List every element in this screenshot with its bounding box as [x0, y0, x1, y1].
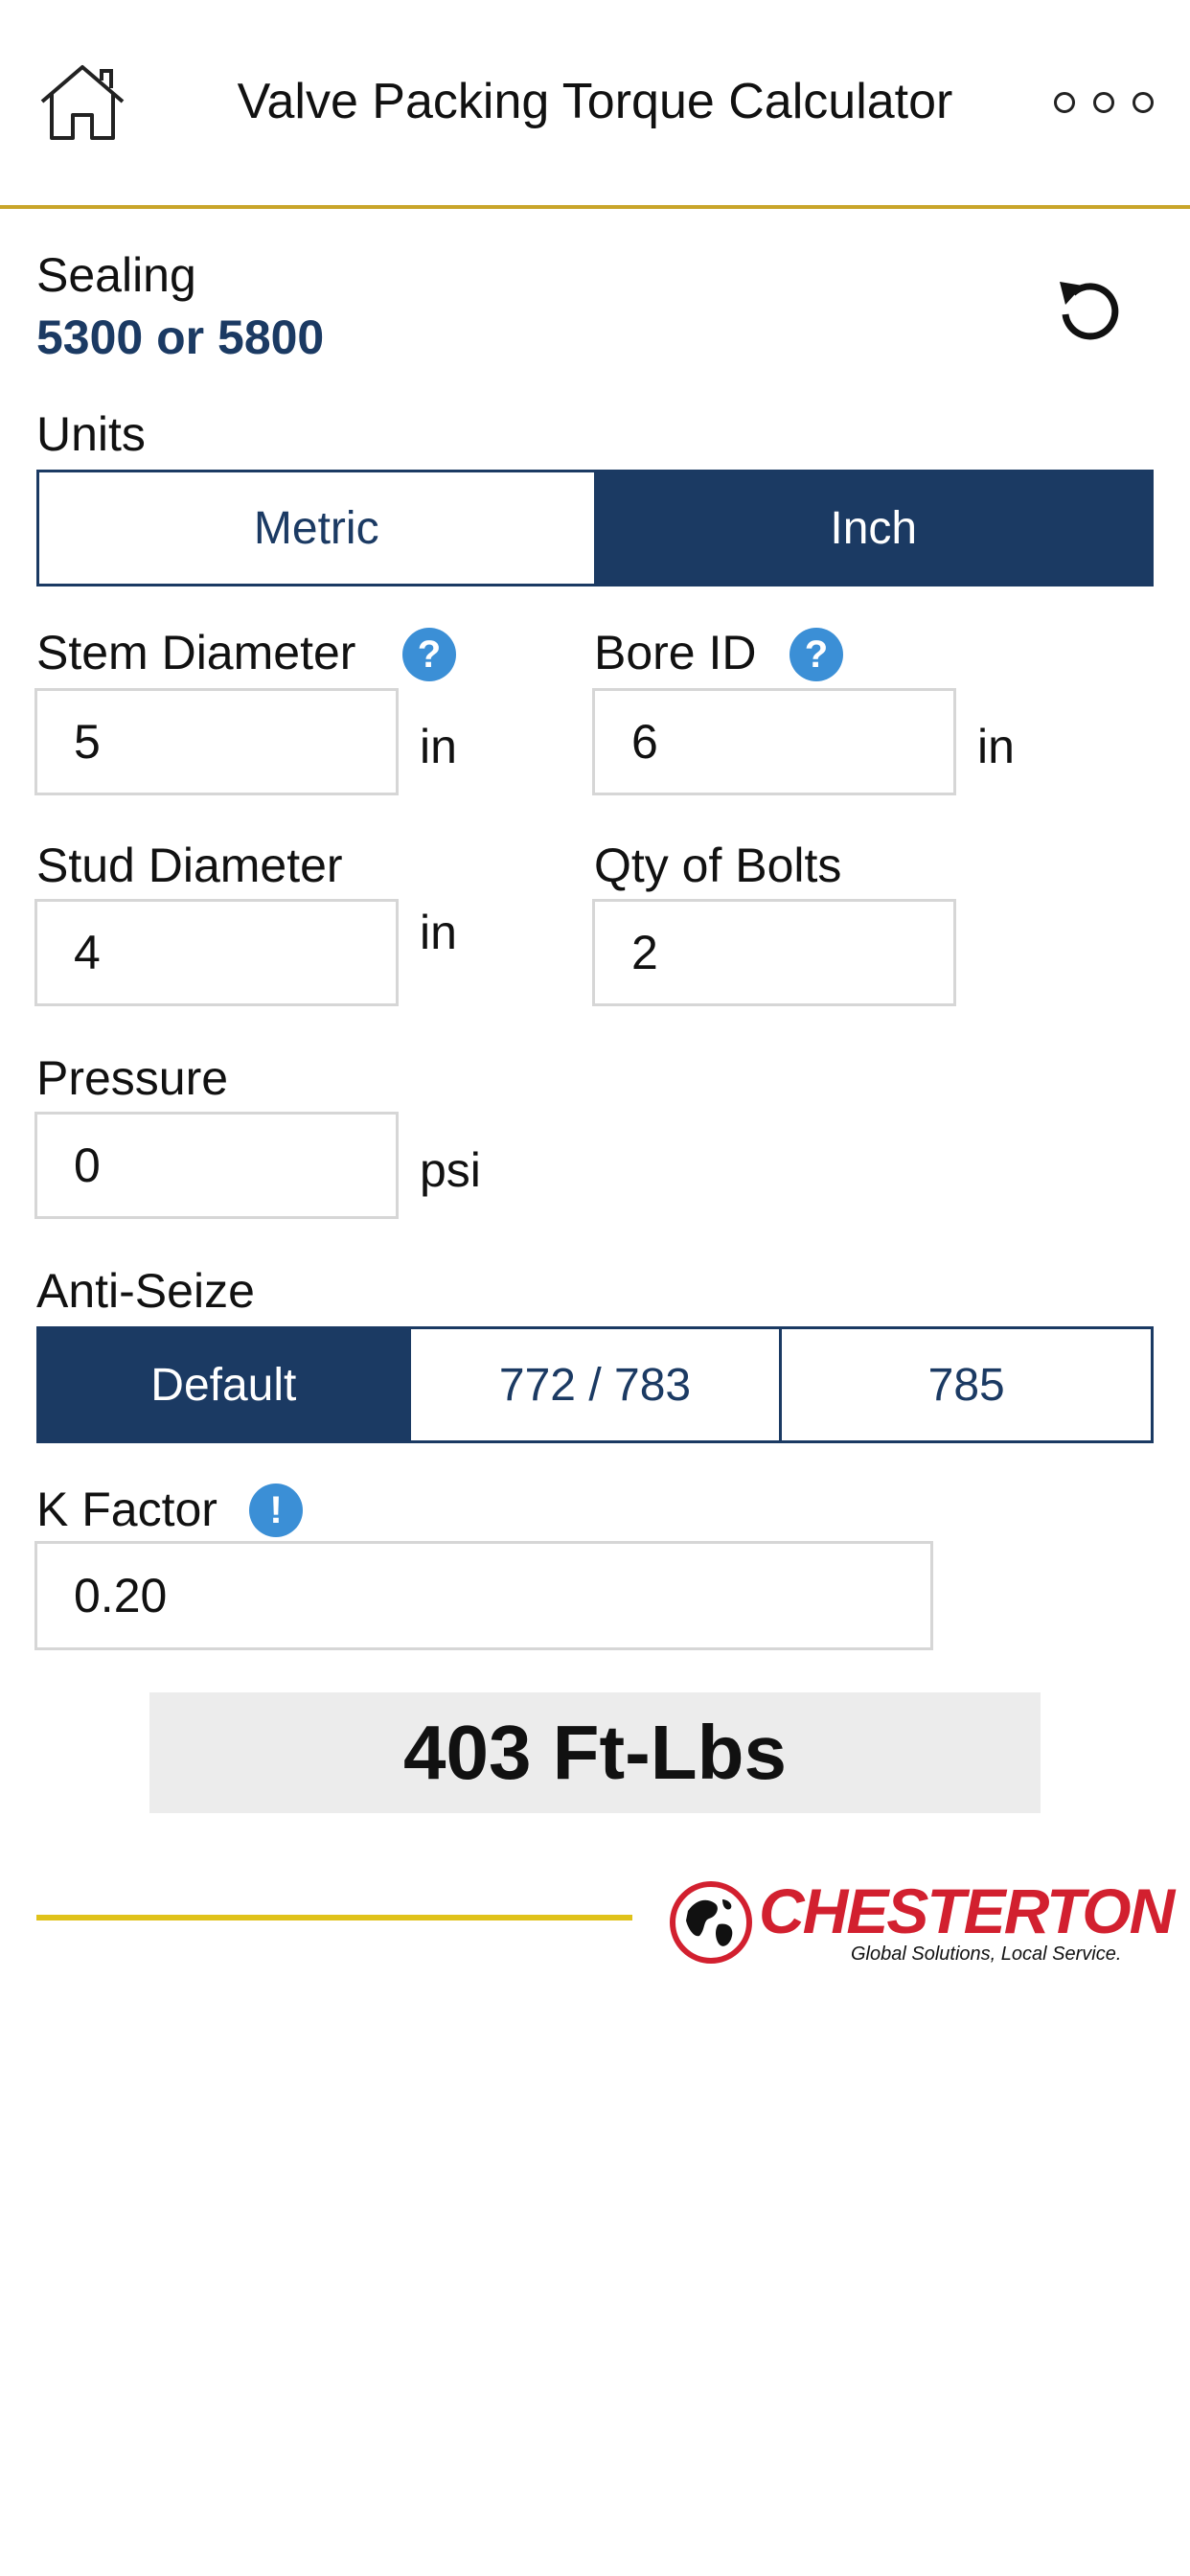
bore-id-unit: in	[977, 720, 1015, 773]
stem-diameter-label: Stem Diameter	[36, 626, 356, 679]
anti-seize-label: Anti-Seize	[36, 1264, 255, 1318]
k-factor-info-icon[interactable]: !	[249, 1484, 303, 1537]
k-factor-label: K Factor	[36, 1483, 217, 1536]
torque-result: 403 Ft-Lbs	[149, 1692, 1041, 1813]
pressure-unit: psi	[420, 1143, 481, 1197]
bore-id-label: Bore ID	[594, 626, 757, 679]
more-options-icon[interactable]	[1054, 88, 1154, 117]
anti-seize-option-default[interactable]: Default	[39, 1329, 408, 1440]
stem-diameter-help-icon[interactable]: ?	[402, 628, 456, 681]
stud-diameter-unit: in	[420, 906, 457, 959]
sealing-label: Sealing	[36, 248, 196, 302]
stem-diameter-unit: in	[420, 720, 457, 773]
reset-icon[interactable]	[1054, 272, 1127, 345]
stud-diameter-label: Stud Diameter	[36, 839, 343, 892]
anti-seize-option-772-783[interactable]: 772 / 783	[407, 1329, 780, 1440]
more-dot-icon	[1133, 92, 1154, 113]
k-factor-input[interactable]: 0.20	[34, 1541, 933, 1650]
brand-name: CHESTERTON	[759, 1875, 1175, 1946]
pressure-label: Pressure	[36, 1051, 229, 1105]
bore-id-help-icon[interactable]: ?	[790, 628, 843, 681]
units-toggle: Metric Inch	[36, 470, 1154, 586]
stud-diameter-input[interactable]: 4	[34, 899, 399, 1006]
pressure-input[interactable]: 0	[34, 1112, 399, 1219]
chesterton-logo: CHESTERTON Global Solutions, Local Servi…	[667, 1874, 1175, 1970]
qty-bolts-label: Qty of Bolts	[594, 839, 842, 892]
qty-bolts-input[interactable]: 2	[592, 899, 956, 1006]
sealing-value: 5300 or 5800	[36, 310, 325, 364]
globe-icon	[670, 1881, 752, 1964]
brand-tagline: Global Solutions, Local Service.	[851, 1944, 1122, 1965]
stem-diameter-input[interactable]: 5	[34, 688, 399, 795]
more-dot-icon	[1054, 92, 1075, 113]
anti-seize-option-785[interactable]: 785	[779, 1329, 1152, 1440]
units-label: Units	[36, 407, 146, 461]
anti-seize-toggle: Default 772 / 783 785	[36, 1326, 1154, 1443]
bore-id-input[interactable]: 6	[592, 688, 956, 795]
more-dot-icon	[1093, 92, 1114, 113]
units-option-inch[interactable]: Inch	[593, 472, 1151, 584]
page-title: Valve Packing Torque Calculator	[237, 74, 953, 129]
units-option-metric[interactable]: Metric	[39, 472, 594, 584]
footer-divider	[36, 1915, 632, 1920]
